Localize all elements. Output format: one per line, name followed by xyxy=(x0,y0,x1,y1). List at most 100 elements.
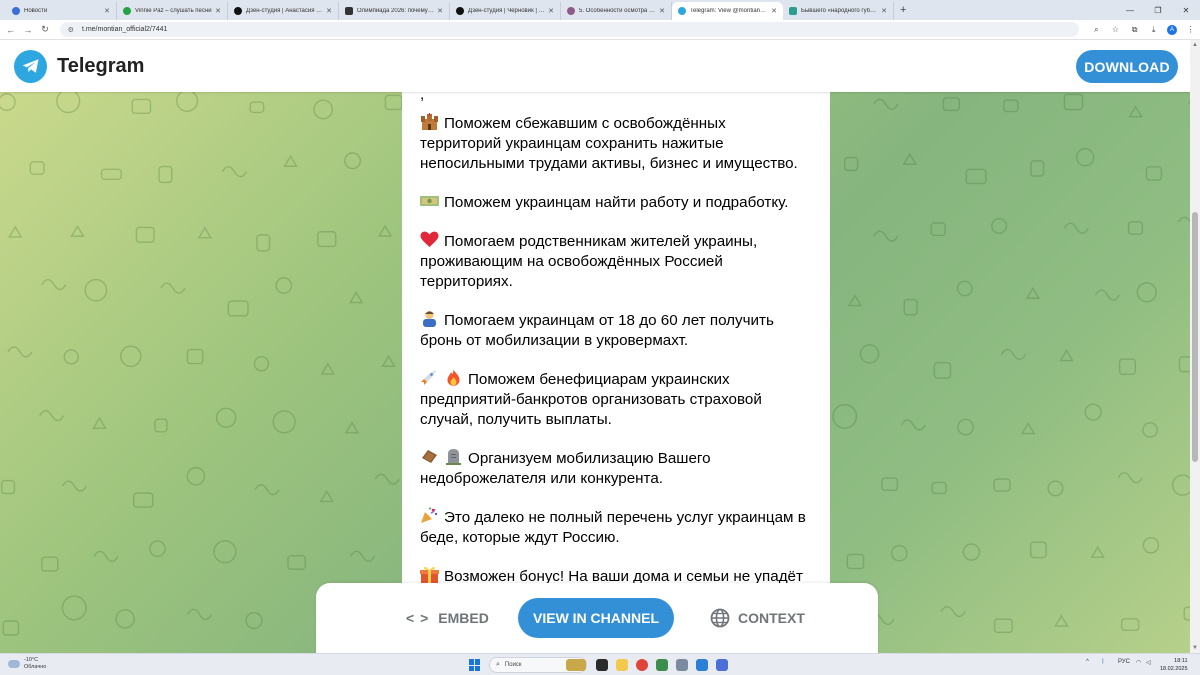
background-doodle xyxy=(131,98,152,115)
background-doodle xyxy=(1000,348,1027,361)
reload-icon[interactable]: ↻ xyxy=(36,24,53,35)
browser-tab[interactable]: Бывшего «народного губерн ✕ xyxy=(783,2,894,20)
context-button[interactable]: CONTEXT xyxy=(710,607,805,629)
language-indicator[interactable]: РУС xyxy=(1118,659,1130,665)
background-doodle xyxy=(940,605,966,618)
tab-close-icon[interactable]: ✕ xyxy=(659,7,665,15)
background-doodle xyxy=(1118,358,1136,375)
background-doodle xyxy=(349,550,376,562)
background-doodle xyxy=(1142,422,1158,438)
task-view-icon[interactable] xyxy=(596,659,608,671)
tab-title: Telegram: View @montian_offi xyxy=(690,8,769,14)
tab-close-icon[interactable]: ✕ xyxy=(771,7,777,15)
message-line: бронь от мобилизации в укровермахт. xyxy=(420,331,689,349)
tray-chevron-icon[interactable]: ^ xyxy=(1086,659,1089,665)
download-button[interactable]: DOWNLOAD xyxy=(1076,50,1178,83)
file-explorer-icon[interactable] xyxy=(616,659,628,671)
wifi-icon[interactable]: ◠ xyxy=(1136,659,1141,666)
message-paragraph: Помогаем родственникам жителей украины, … xyxy=(420,231,757,291)
message-line: Помогаем украинцам от 18 до 60 лет получ… xyxy=(444,312,774,329)
tab-title: Олимпиада 2026: почему рос xyxy=(357,8,435,14)
background-doodle xyxy=(93,550,119,563)
weather-widget[interactable]: -10°C Облачно xyxy=(8,657,46,671)
volume-icon[interactable]: ◁ xyxy=(1146,659,1151,666)
telegram-brand-name[interactable]: Telegram xyxy=(57,55,144,78)
profile-avatar[interactable]: A xyxy=(1167,24,1177,35)
address-bar[interactable]: ⚙ t.me/montian_official2/7441 xyxy=(59,22,1079,37)
message-line: Помогаем родственникам жителей украины, xyxy=(444,233,758,250)
new-tab-button[interactable]: + xyxy=(900,4,906,16)
background-doodle xyxy=(215,407,237,428)
browser-tab[interactable]: Vinnie Paz – слушать песни ✕ xyxy=(117,2,228,20)
bluetooth-icon[interactable]: ᛒ xyxy=(1101,659,1105,665)
background-doodle xyxy=(213,540,237,564)
downloads-icon[interactable]: ⤓ xyxy=(1144,25,1163,35)
windows-start-icon[interactable] xyxy=(469,659,481,671)
background-doodle xyxy=(133,492,154,508)
tab-close-icon[interactable]: ✕ xyxy=(881,7,887,15)
site-info-icon[interactable]: ⚙ xyxy=(68,26,74,34)
background-doodle xyxy=(1025,286,1041,299)
extensions-icon[interactable]: ⧉ xyxy=(1125,25,1144,35)
background-doodle xyxy=(149,540,166,558)
embed-button[interactable]: < > EMBED xyxy=(406,607,489,629)
minimize-icon[interactable]: — xyxy=(1116,0,1144,20)
zoom-search-icon[interactable]: ⌕ xyxy=(1087,25,1106,35)
forward-icon[interactable]: → xyxy=(19,25,36,35)
message-line: беде, которые ждут Россию. xyxy=(420,528,620,546)
bookmark-star-icon[interactable]: ☆ xyxy=(1106,25,1125,34)
app-green-icon[interactable] xyxy=(656,659,668,671)
background-doodle xyxy=(8,225,23,238)
background-doodle xyxy=(61,595,87,621)
background-doodle xyxy=(56,92,81,114)
settings-icon[interactable] xyxy=(676,659,688,671)
tab-title: Новости xyxy=(24,8,48,14)
message-line: Поможем бенефициарам украинских xyxy=(468,371,730,388)
tab-close-icon[interactable]: ✕ xyxy=(326,7,332,15)
browser-tab[interactable]: Олимпиада 2026: почему рос ✕ xyxy=(339,2,450,20)
background-doodle xyxy=(160,282,186,294)
browser-tab[interactable]: Дзен-студия | Анастасия Мир ✕ xyxy=(228,2,339,20)
globe-icon xyxy=(710,608,730,628)
background-doodle xyxy=(1177,216,1190,223)
browser-tab[interactable]: 5. Особенности осмотра лиц ✕ xyxy=(561,2,672,20)
tab-close-icon[interactable]: ✕ xyxy=(104,7,110,15)
message-paragraph: Это далеко не полный перечень услуг укра… xyxy=(420,507,806,548)
url-text: t.me/montian_official2/7441 xyxy=(81,26,168,33)
close-window-icon[interactable]: ✕ xyxy=(1172,0,1200,20)
back-icon[interactable]: ← xyxy=(2,25,19,35)
telegram-logo-icon[interactable] xyxy=(14,49,47,83)
scroll-up-icon[interactable]: ▲ xyxy=(1190,40,1200,50)
weather-description: Облачно xyxy=(24,664,47,670)
tab-close-icon[interactable]: ✕ xyxy=(548,7,554,15)
view-in-channel-button[interactable]: VIEW IN CHANNEL xyxy=(518,598,674,638)
background-doodle xyxy=(186,348,204,365)
background-doodle xyxy=(993,478,1011,492)
tab-close-icon[interactable]: ✕ xyxy=(437,7,443,15)
mail-icon[interactable] xyxy=(696,659,708,671)
taskbar-clock[interactable]: 18:11 18.02.2025 xyxy=(1160,657,1188,673)
background-doodle xyxy=(859,344,880,364)
browser-tab-strip: Новости ✕ Vinnie Paz – слушать песни ✕ Дзе… xyxy=(0,0,1200,20)
browser-tab[interactable]: Новости ✕ xyxy=(6,2,117,20)
tab-close-icon[interactable]: ✕ xyxy=(215,7,221,15)
restore-icon[interactable]: ❐ xyxy=(1144,0,1172,20)
background-doodle xyxy=(956,280,973,297)
fire-emoji-icon xyxy=(444,369,463,386)
scrollbar-thumb[interactable] xyxy=(1192,212,1198,462)
background-doodle xyxy=(245,611,263,630)
browser-tab-active[interactable]: Telegram: View @montian_offi ✕ xyxy=(672,2,783,20)
background-doodle xyxy=(158,165,173,184)
message-line: предприятий-банкротов организовать страх… xyxy=(420,390,762,408)
background-doodle xyxy=(197,226,213,239)
app-blue-icon[interactable] xyxy=(716,659,728,671)
menu-dots-icon[interactable]: ⋮ xyxy=(1181,25,1200,34)
background-doodle xyxy=(29,161,45,175)
browser-tab[interactable]: Дзен-студия | Черновик | Дзен ✕ xyxy=(450,2,561,20)
page-scrollbar[interactable]: ▲ ▼ xyxy=(1190,40,1200,653)
scroll-down-icon[interactable]: ▼ xyxy=(1190,643,1200,653)
background-doodle xyxy=(2,620,20,636)
background-doodle xyxy=(384,94,403,111)
weather-temperature: -10°C xyxy=(24,657,39,663)
chrome-icon[interactable] xyxy=(636,659,648,671)
